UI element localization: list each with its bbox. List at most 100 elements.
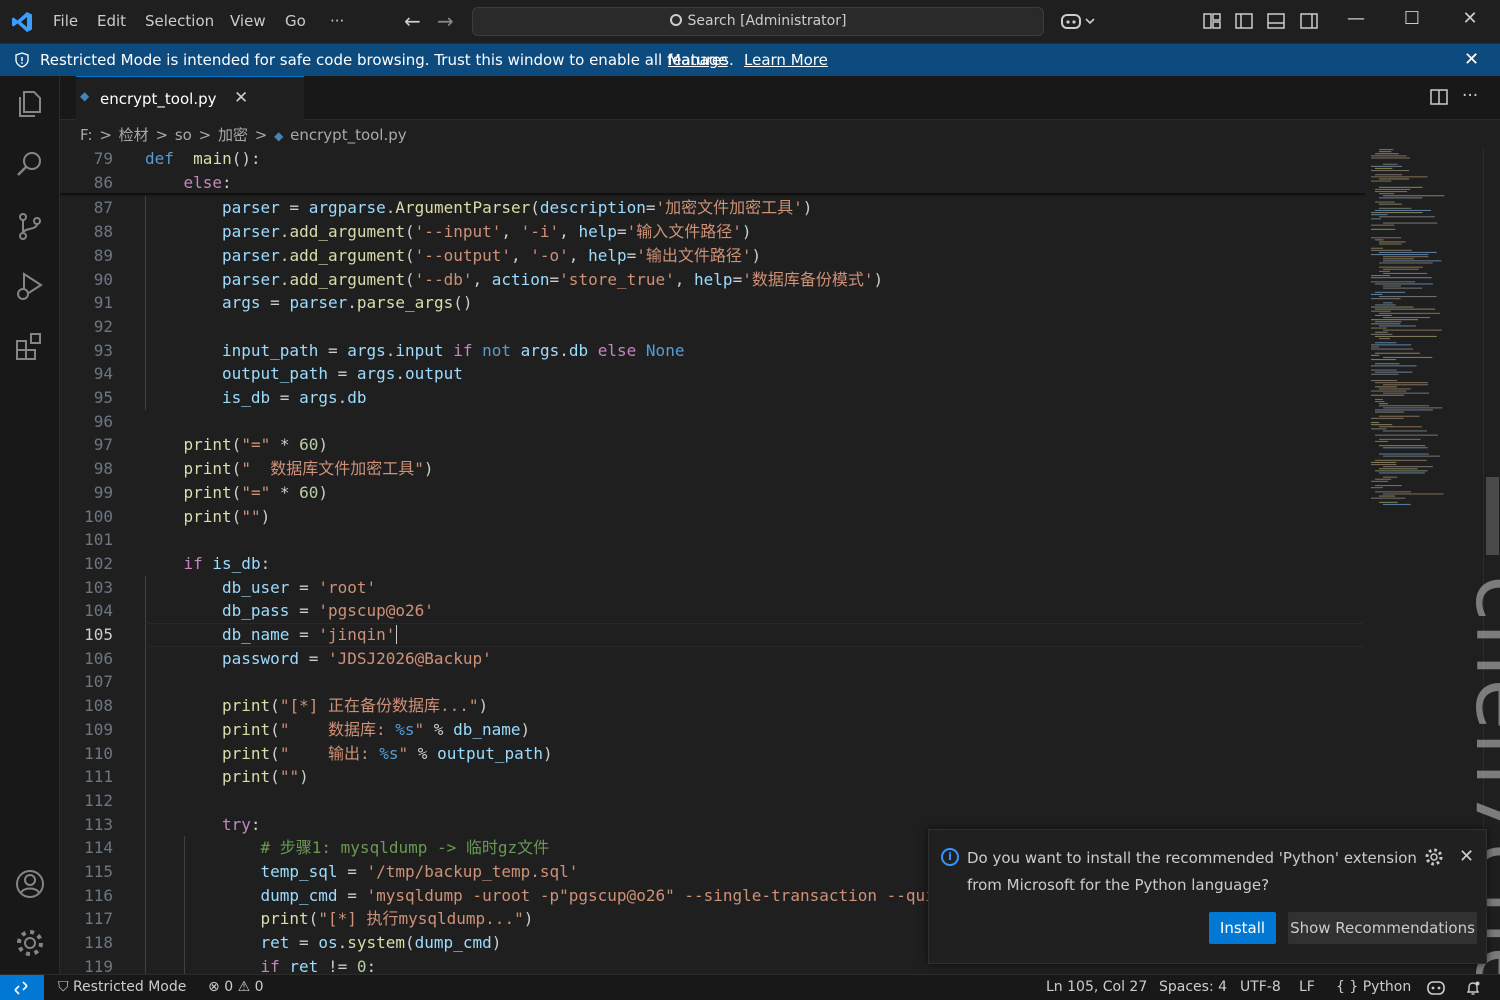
sticky-scroll-header[interactable]: 79 def main(): 86 else: — [60, 147, 1365, 195]
maximize-icon[interactable]: ☐ — [1392, 8, 1432, 29]
breadcrumb-folder[interactable]: 加密 — [218, 126, 248, 144]
search-view-icon[interactable] — [14, 148, 46, 180]
toggle-secondary-sidebar-icon[interactable] — [1299, 11, 1319, 31]
notification-close-icon[interactable]: ✕ — [1459, 846, 1474, 867]
breadcrumb-folder[interactable]: 检材 — [119, 126, 149, 144]
source-control-icon[interactable] — [14, 210, 46, 242]
code-line[interactable]: 79 def main(): — [60, 147, 1365, 171]
menu-more[interactable]: ··· — [330, 12, 344, 30]
forward-arrow-icon[interactable]: → — [437, 9, 454, 33]
code-line[interactable]: 107 — [60, 670, 1365, 694]
breadcrumb-drive[interactable]: F: — [80, 126, 93, 144]
learn-more-link[interactable]: Learn More — [744, 44, 828, 76]
code-line[interactable]: 101 — [60, 528, 1365, 552]
code-line[interactable]: 97 print("=" * 60) — [60, 433, 1365, 457]
toggle-panel-icon[interactable] — [1266, 11, 1286, 31]
notifications-bell-icon[interactable] — [1465, 980, 1481, 996]
code-text: print("") — [184, 505, 271, 529]
code-line[interactable]: 98 print(" 数据库文件加密工具") — [60, 457, 1365, 481]
code-token: , — [674, 269, 695, 289]
minimap-line — [1379, 312, 1441, 314]
code-line[interactable]: 89 parser.add_argument('--output', '-o', … — [60, 244, 1365, 268]
minimap-line — [1371, 293, 1383, 295]
code-token: args — [347, 340, 386, 360]
code-line[interactable]: 108 print("[*] 正在备份数据库...") — [60, 694, 1365, 718]
back-arrow-icon[interactable]: ← — [404, 9, 421, 33]
code-token: ) — [520, 719, 531, 739]
code-line[interactable]: 112 — [60, 789, 1365, 813]
minimize-icon[interactable]: — — [1336, 8, 1376, 29]
code-text: parser.add_argument('--output', '-o', he… — [222, 244, 761, 268]
language-mode[interactable]: { } Python — [1336, 979, 1411, 995]
copilot-icon[interactable] — [1060, 11, 1098, 31]
code-line[interactable]: 86 else: — [60, 171, 1365, 195]
remote-indicator[interactable] — [0, 975, 44, 1000]
code-line[interactable]: 95 is_db = args.db — [60, 386, 1365, 410]
install-button[interactable]: Install — [1209, 912, 1276, 944]
minimap-line — [1375, 291, 1406, 293]
code-line[interactable]: 96 — [60, 410, 1365, 434]
tab-encrypt-tool[interactable]: ◆ encrypt_tool.py ✕ — [76, 76, 304, 120]
problems-status[interactable]: ⊗ 0 ⚠ 0 — [208, 979, 264, 995]
explorer-icon[interactable] — [14, 88, 46, 120]
menu-edit[interactable]: Edit — [97, 12, 126, 30]
code-line[interactable]: 99 print("=" * 60) — [60, 481, 1365, 505]
tab-close-icon[interactable]: ✕ — [234, 88, 248, 108]
manage-link[interactable]: Manage — [668, 44, 728, 76]
code-line[interactable]: 90 parser.add_argument('--db', action='st… — [60, 268, 1365, 292]
sticky-scroll-shadow — [60, 193, 1365, 197]
code-token: add_argument — [289, 222, 406, 242]
eol-status[interactable]: LF — [1299, 979, 1315, 995]
command-center-search[interactable]: Search [Administrator] — [472, 7, 1044, 36]
code-line[interactable]: 91 args = parser.parse_args() — [60, 291, 1365, 315]
toggle-primary-sidebar-icon[interactable] — [1234, 11, 1254, 31]
code-line[interactable]: 92 — [60, 315, 1365, 339]
minimap-line — [1383, 195, 1445, 197]
code-line[interactable]: 104 db_pass = 'pgscup@o26' — [60, 599, 1365, 623]
split-editor-icon[interactable] — [1430, 88, 1448, 106]
breadcrumb-folder[interactable]: so — [175, 126, 192, 144]
window-close-icon[interactable]: ✕ — [1450, 8, 1490, 29]
code-token: = — [549, 269, 560, 289]
code-line[interactable]: 106 password = 'JDSJ2026@Backup' — [60, 647, 1365, 671]
more-actions-icon[interactable]: ··· — [1462, 86, 1478, 106]
restricted-mode-status[interactable]: ⛉ Restricted Mode — [58, 979, 186, 995]
code-line[interactable]: 94 output_path = args.output — [60, 362, 1365, 386]
code-line[interactable]: 88 parser.add_argument('--input', '-i', h… — [60, 220, 1365, 244]
menu-file[interactable]: File — [53, 12, 78, 30]
code-line[interactable]: 110 print(" 输出: %s" % output_path) — [60, 742, 1365, 766]
minimap-line — [1371, 281, 1416, 283]
minimap-line — [1371, 424, 1393, 426]
code-token: = — [616, 222, 627, 242]
code-line[interactable]: 109 print(" 数据库: %s" % db_name) — [60, 718, 1365, 742]
menu-go[interactable]: Go — [285, 12, 306, 30]
code-line[interactable]: 105 db_name = 'jinqin' — [60, 623, 1365, 647]
code-line[interactable]: 102 if is_db: — [60, 552, 1365, 576]
scrollbar-thumb[interactable] — [1486, 477, 1499, 555]
accounts-icon[interactable] — [14, 868, 46, 900]
show-recommendations-button[interactable]: Show Recommendations — [1288, 912, 1477, 944]
run-and-debug-icon[interactable] — [14, 270, 46, 302]
indentation-status[interactable]: Spaces: 4 — [1159, 979, 1227, 995]
code-token: ) — [423, 459, 434, 479]
minimap-line — [1383, 256, 1429, 258]
encoding-status[interactable]: UTF-8 — [1240, 979, 1281, 995]
cursor-position[interactable]: Ln 105, Col 27 — [1046, 979, 1147, 995]
code-token: % — [408, 743, 438, 763]
code-line[interactable]: 93 input_path = args.input if not args.db… — [60, 339, 1365, 363]
extensions-icon[interactable] — [14, 330, 46, 362]
minimap-line — [1383, 260, 1442, 262]
manage-gear-icon[interactable] — [14, 927, 46, 959]
banner-close-icon[interactable]: ✕ — [1464, 44, 1479, 76]
code-line[interactable]: 100 print("") — [60, 505, 1365, 529]
code-line[interactable]: 111 print("") — [60, 765, 1365, 789]
copilot-status-icon[interactable] — [1426, 980, 1446, 996]
menu-selection[interactable]: Selection — [145, 12, 214, 30]
code-line[interactable]: 103 db_user = 'root' — [60, 576, 1365, 600]
customize-layout-icon[interactable] — [1202, 11, 1222, 31]
code-line[interactable]: 87 parser = argparse.ArgumentParser(descr… — [60, 196, 1365, 220]
menu-view[interactable]: View — [230, 12, 266, 30]
notification-settings-gear-icon[interactable] — [1424, 847, 1444, 867]
code-text: db_name = 'jinqin' — [222, 623, 398, 647]
breadcrumb-file[interactable]: encrypt_tool.py — [290, 126, 407, 144]
